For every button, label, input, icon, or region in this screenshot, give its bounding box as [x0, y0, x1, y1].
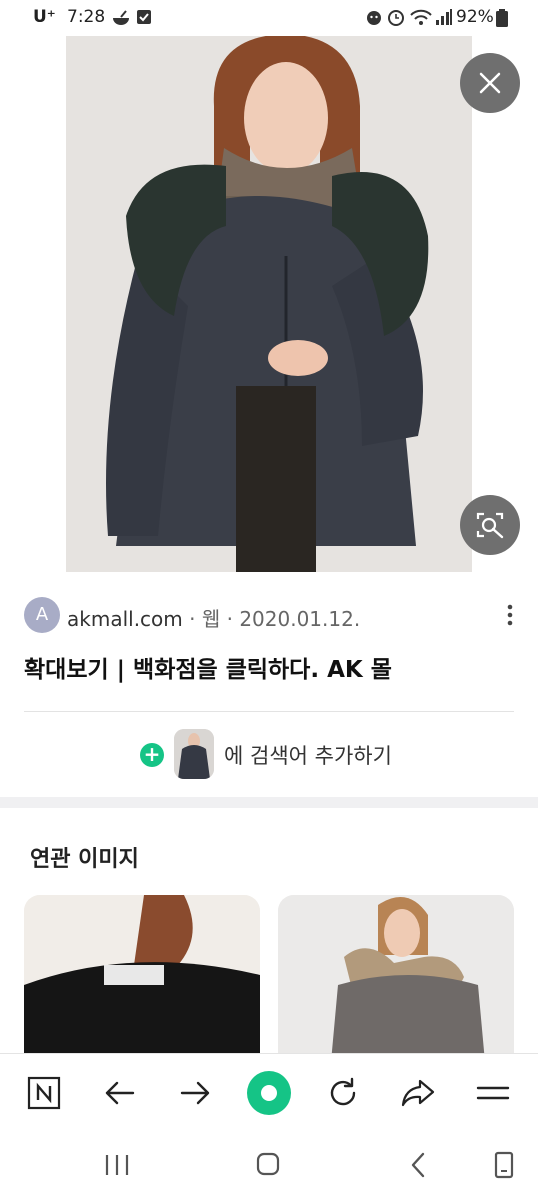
source-type: 웹 — [201, 607, 221, 631]
separator: · — [226, 607, 233, 631]
naver-n-icon — [27, 1076, 61, 1110]
green-dot-icon — [247, 1071, 291, 1115]
signal-icon — [436, 9, 452, 25]
related-images-title: 연관 이미지 — [30, 847, 139, 872]
coat-thumbnail-illustration — [174, 729, 214, 779]
battery-icon — [496, 9, 508, 27]
naver-home-button[interactable] — [14, 1054, 74, 1132]
browser-toolbar — [0, 1053, 538, 1132]
forward-button[interactable] — [165, 1054, 225, 1132]
close-button[interactable] — [460, 53, 520, 113]
result-title[interactable]: 확대보기 | 백화점을 클릭하다. AK 몰 — [24, 650, 392, 684]
back-button[interactable] — [90, 1054, 150, 1132]
alarm-icon — [388, 10, 404, 26]
system-nav-bar — [0, 1131, 538, 1200]
image-search-button[interactable] — [460, 495, 520, 555]
result-date: 2020.01.12. — [239, 607, 361, 631]
source-domain[interactable]: akmall.com — [67, 607, 183, 631]
carrier-label: U⁺ — [33, 7, 56, 27]
checkbox-notification-icon — [137, 10, 151, 24]
add-search-term-button[interactable]: 에 검색어 추가하기 — [224, 740, 392, 770]
status-bar: U⁺ 7:28 92% — [0, 0, 538, 36]
model-in-coat-illustration — [66, 36, 472, 572]
battery-percent: 92% — [456, 7, 494, 27]
section-divider — [0, 797, 538, 808]
main-image[interactable] — [66, 36, 472, 572]
more-vert-icon[interactable] — [500, 602, 520, 628]
source-avatar[interactable]: A — [24, 597, 60, 633]
clock: 7:28 — [67, 7, 106, 27]
divider — [24, 711, 514, 712]
source-line[interactable]: akmall.com · 웹 · 2020.01.12. — [67, 603, 360, 632]
plus-icon[interactable]: + — [140, 743, 164, 767]
menu-icon — [476, 1086, 510, 1100]
refresh-button[interactable] — [313, 1054, 373, 1132]
lock-face-icon — [367, 11, 381, 25]
back-arrow-icon — [105, 1081, 135, 1105]
forward-arrow-icon — [180, 1081, 210, 1105]
menu-button[interactable] — [463, 1054, 523, 1132]
back-icon[interactable] — [408, 1151, 428, 1179]
home-icon[interactable] — [255, 1151, 281, 1177]
recent-apps-icon[interactable] — [104, 1153, 130, 1177]
image-search-icon — [476, 512, 504, 539]
wifi-icon — [410, 9, 432, 25]
close-icon — [479, 72, 501, 94]
screenshot-icon[interactable] — [493, 1151, 515, 1179]
share-button[interactable] — [388, 1054, 448, 1132]
separator: · — [189, 607, 196, 631]
green-dot-button[interactable] — [239, 1054, 299, 1132]
refresh-icon — [330, 1077, 356, 1106]
share-icon — [401, 1079, 435, 1107]
bowl-notification-icon — [113, 10, 129, 25]
thumbnail-image — [174, 729, 214, 779]
